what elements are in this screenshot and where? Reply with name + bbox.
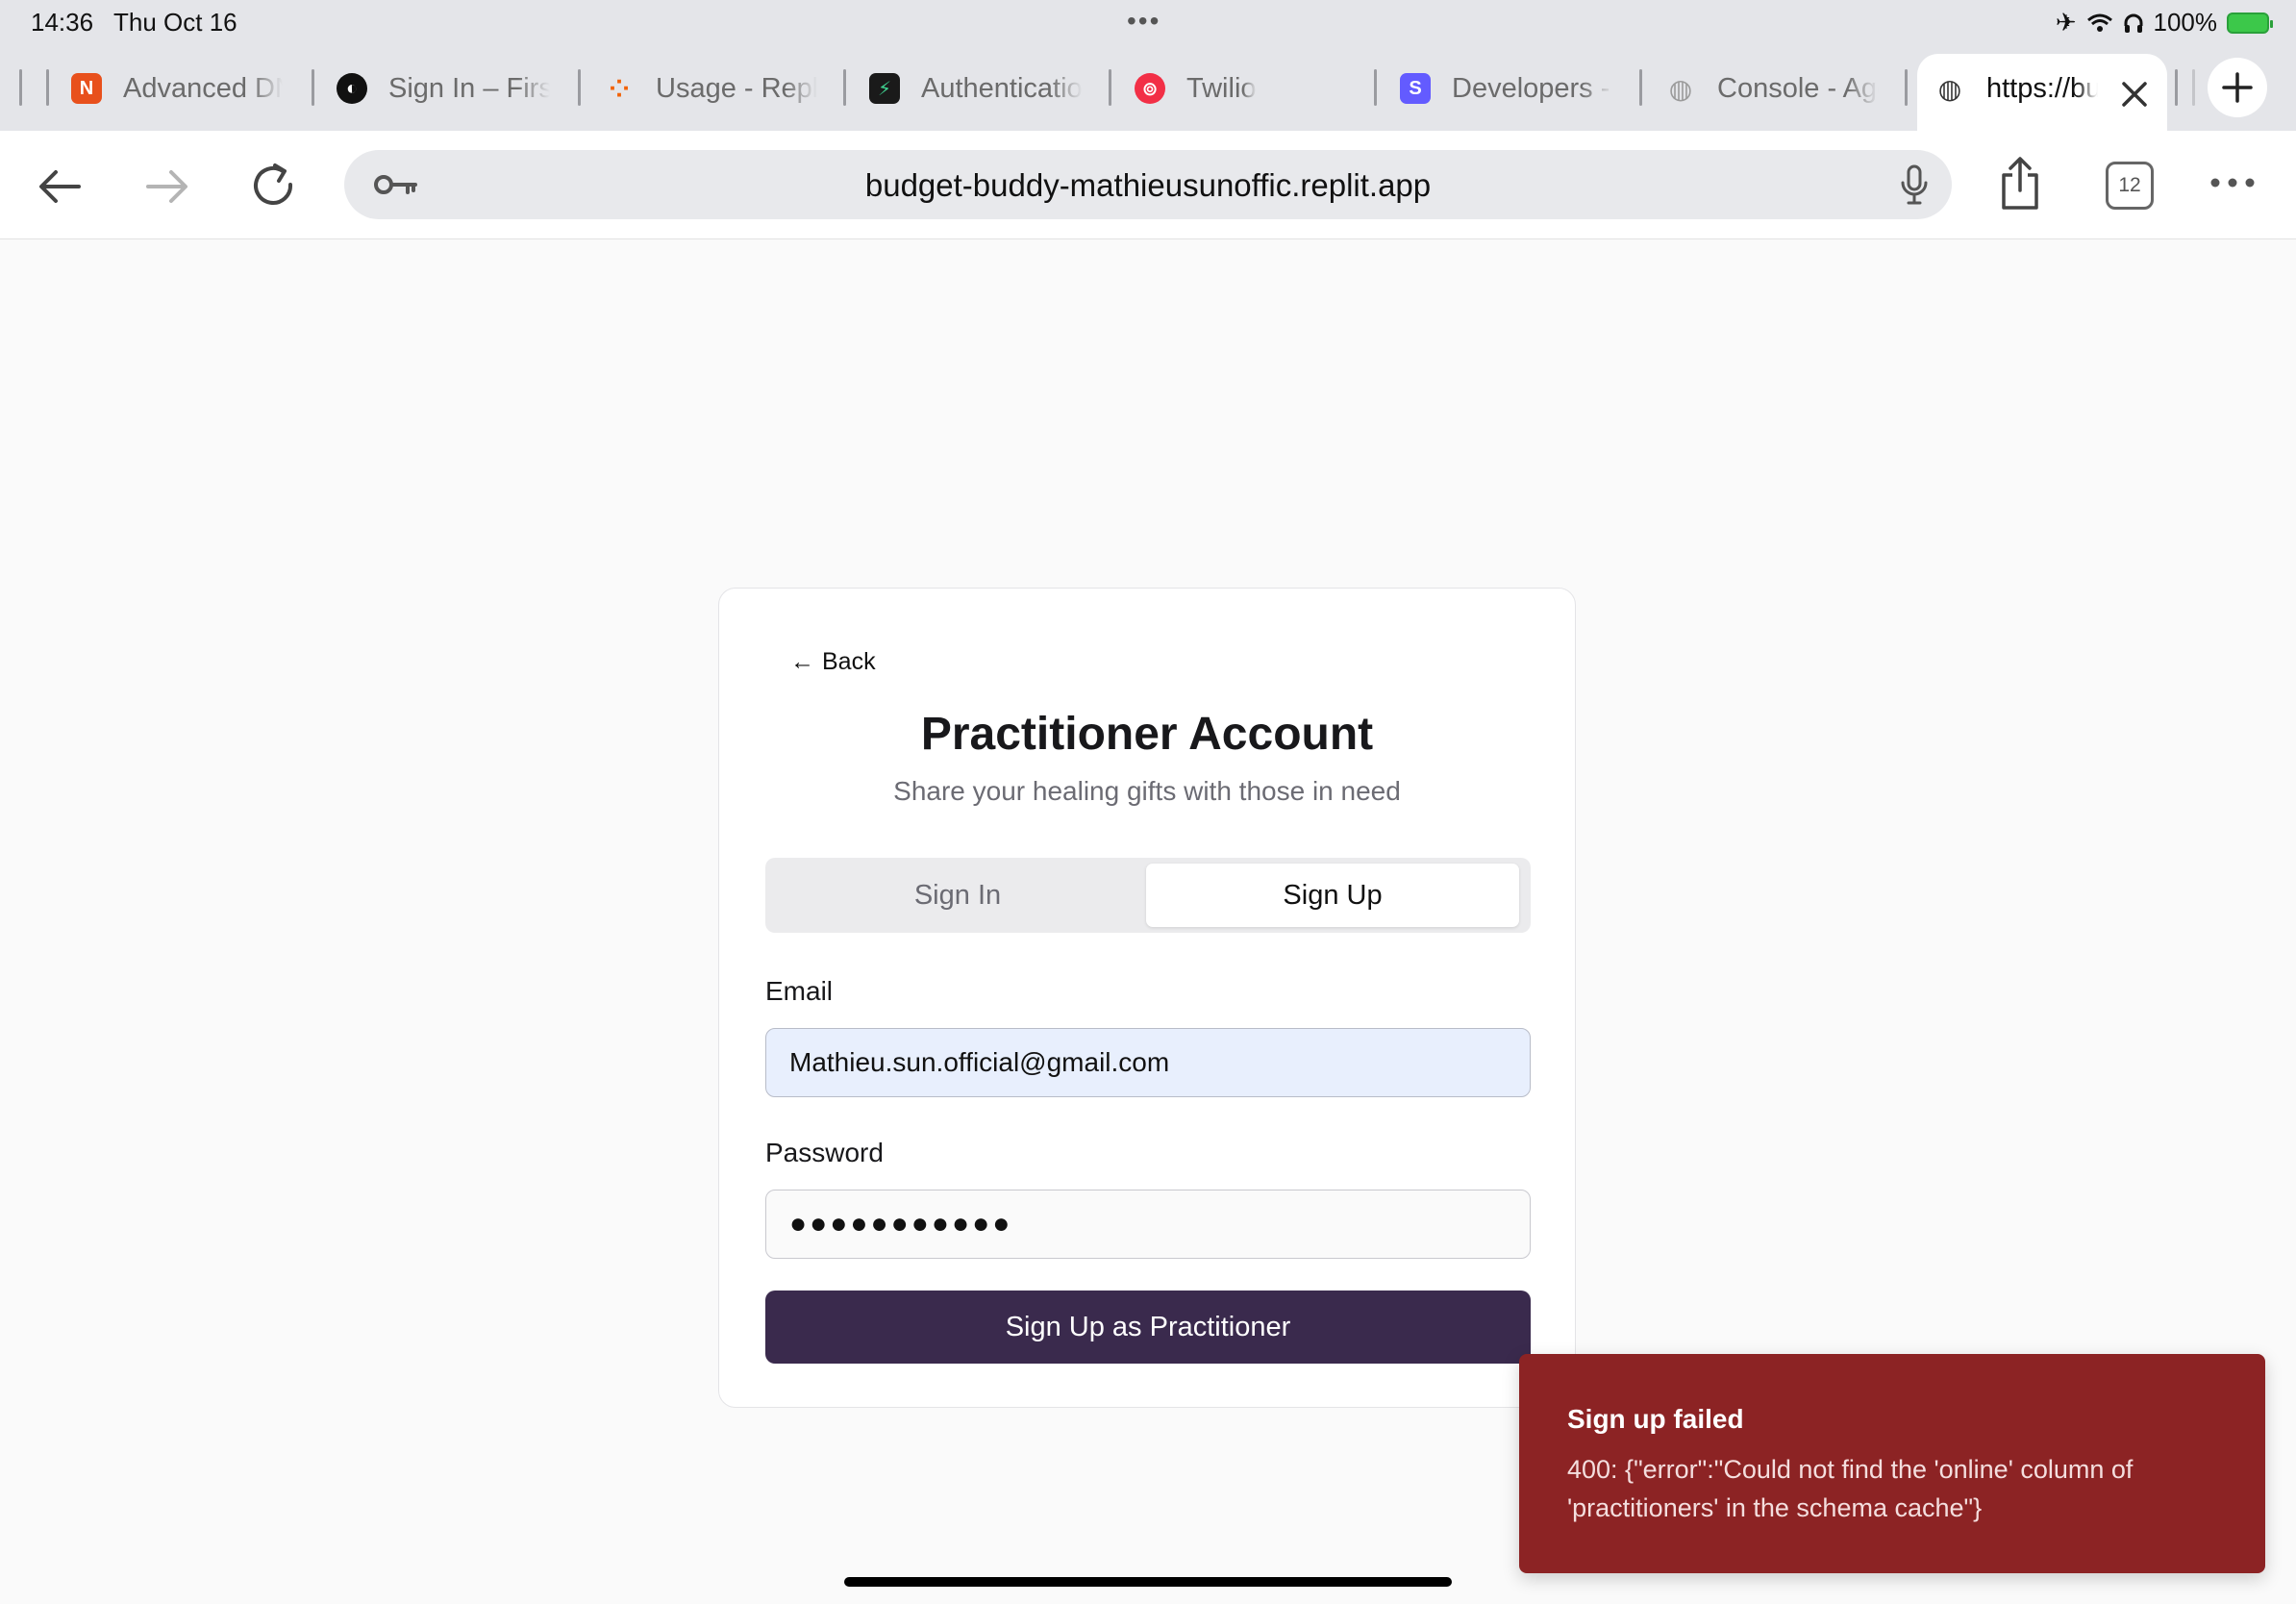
tab-sign-in[interactable]: Sign In [771, 864, 1144, 927]
email-label: Email [765, 976, 834, 1006]
practitioner-auth-card: ← Back Practitioner Account Share your h… [718, 588, 1576, 1408]
globe-icon: ◍ [1668, 73, 1693, 104]
back-link[interactable]: ← Back [790, 648, 876, 676]
plus-icon [2222, 72, 2253, 103]
tab-separator [1374, 69, 1377, 106]
battery-icon [2227, 12, 2273, 34]
tab-authentication[interactable]: ⚡ Authentication [869, 65, 1083, 112]
replit-icon: ⁘ [609, 73, 630, 103]
tab-title: https://budget-buddy [1986, 72, 2098, 104]
status-time: 14:36 [31, 8, 94, 37]
tab-sign-in-firstbase[interactable]: ◐ Sign In – Firstbase [337, 65, 550, 112]
back-arrow-icon[interactable] [33, 160, 87, 213]
tab-title: Authentication [921, 72, 1083, 104]
toast-message: 400: {"error":"Could not find the 'onlin… [1567, 1455, 2134, 1522]
supabase-icon: ⚡ [869, 73, 900, 104]
status-bar: 14:36 Thu Oct 16 ••• ✈ 100% [0, 0, 2296, 46]
tab-separator [46, 69, 49, 106]
more-options-icon[interactable] [2209, 177, 2256, 188]
tab-separator [1905, 69, 1908, 106]
tab-overview-button[interactable]: 12 [2106, 162, 2154, 210]
close-tab-icon[interactable] [2121, 81, 2148, 108]
wifi-icon [2086, 13, 2112, 32]
tab-separator [578, 69, 581, 106]
tab-console[interactable]: ◍ Console - Agora [1665, 65, 1879, 112]
page-title: Practitioner Account [920, 709, 1374, 760]
firstbase-icon: ◐ [337, 73, 367, 104]
tab-title: Console - Agora [1717, 72, 1879, 104]
multitasking-dots-icon[interactable]: ••• [1127, 6, 1160, 37]
sign-up-practitioner-button[interactable]: Sign Up as Practitioner [765, 1291, 1531, 1364]
email-field[interactable] [765, 1028, 1531, 1097]
tab-title: Developers - Stripe [1452, 72, 1613, 104]
auth-mode-tabs: Sign In Sign Up [765, 858, 1531, 933]
tab-developers-stripe[interactable]: S Developers - Stripe [1400, 65, 1613, 112]
tab-separator [19, 69, 22, 106]
browser-tab-bar: N Advanced DNS ◐ Sign In – Firstbase ⁘ U… [0, 46, 2296, 131]
status-date: Thu Oct 16 [113, 8, 237, 37]
stripe-icon: S [1400, 73, 1431, 104]
microphone-icon[interactable] [1900, 163, 1929, 206]
password-field[interactable] [765, 1190, 1531, 1259]
status-indicators: ✈ 100% [2055, 8, 2273, 38]
back-label: Back [822, 648, 876, 675]
airplane-icon: ✈ [2055, 8, 2077, 37]
twilio-icon: ⊚ [1135, 73, 1165, 104]
tab-title: Usage - Replit [656, 72, 817, 104]
password-label: Password [765, 1138, 884, 1167]
tab-separator [843, 69, 846, 106]
tab-title: Advanced DNS [123, 72, 283, 104]
battery-percent: 100% [2153, 8, 2218, 37]
tab-separator [2175, 69, 2178, 106]
forward-arrow-icon[interactable] [140, 160, 194, 213]
arrow-left-icon: ← [790, 648, 814, 675]
error-toast[interactable]: Sign up failed 400: {"error":"Could not … [1519, 1354, 2265, 1573]
tab-title: Sign In – Firstbase [388, 72, 550, 104]
tab-advanced-dns[interactable]: N Advanced DNS [71, 65, 283, 112]
reload-icon[interactable] [246, 160, 300, 213]
active-tab-label: ◍ https://budget-buddy [1934, 65, 2098, 112]
tab-twilio[interactable]: ⊚ Twilio [1135, 65, 1356, 112]
tab-usage-replit[interactable]: ⁘ Usage - Replit [604, 65, 817, 112]
globe-icon: ◍ [1937, 73, 1962, 104]
namecheap-icon: N [71, 73, 102, 104]
tab-separator [1639, 69, 1642, 106]
home-indicator[interactable] [844, 1577, 1452, 1587]
new-tab-button[interactable] [2208, 58, 2267, 117]
tab-active[interactable]: ◍ https://budget-buddy [1917, 54, 2167, 131]
browser-toolbar: budget-buddy-mathieusunoffic.replit.app … [0, 131, 2296, 239]
tab-title: Twilio [1186, 72, 1257, 104]
address-bar[interactable]: budget-buddy-mathieusunoffic.replit.app [344, 150, 1952, 219]
headphones-icon [2124, 13, 2142, 33]
page-subtitle: Share your healing gifts with those in n… [893, 776, 1401, 806]
toast-title: Sign up failed [1567, 1404, 1744, 1434]
tab-sign-up[interactable]: Sign Up [1146, 864, 1519, 927]
tab-separator [1109, 69, 1111, 106]
url-text: budget-buddy-mathieusunoffic.replit.app [864, 167, 1432, 203]
tab-separator [2192, 69, 2195, 106]
tab-separator [312, 69, 314, 106]
share-icon[interactable] [1998, 156, 2042, 212]
